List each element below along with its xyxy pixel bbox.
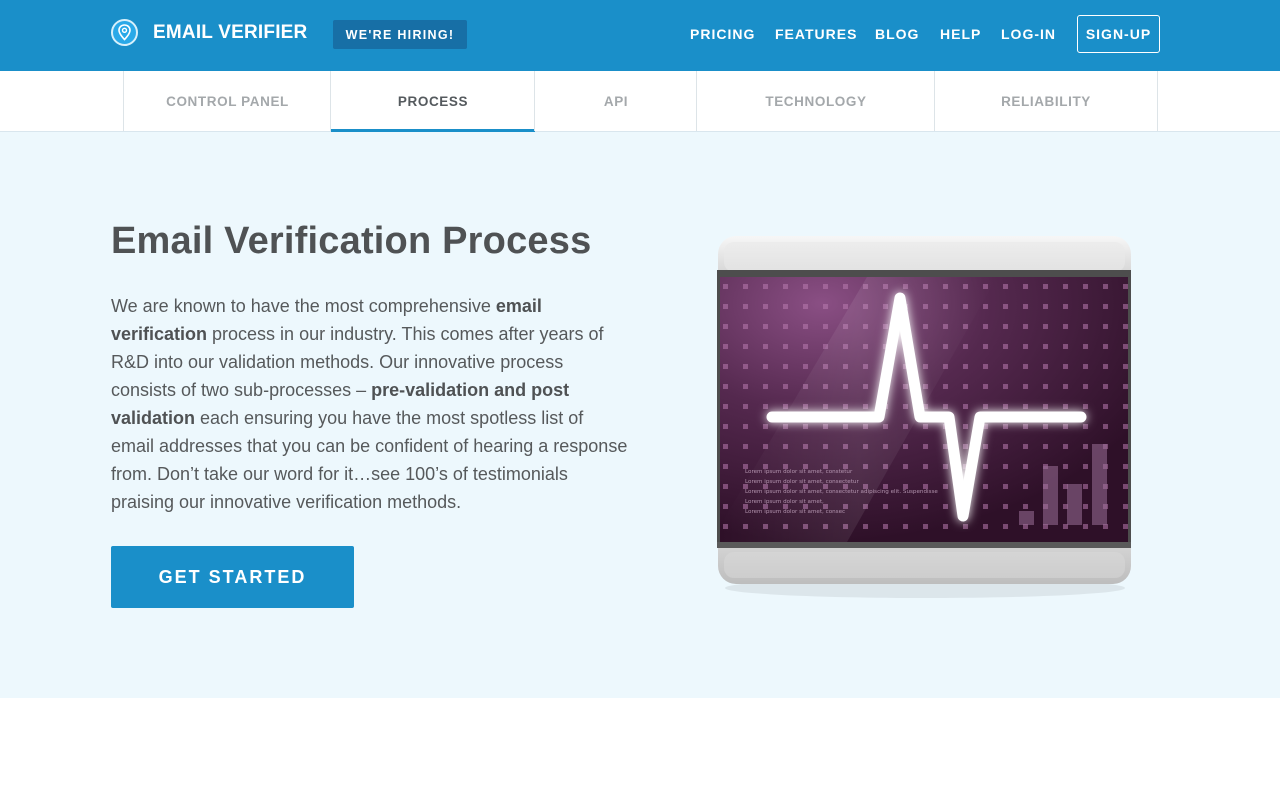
nav-pricing[interactable]: PRICING	[690, 26, 755, 42]
nav-help[interactable]: HELP	[940, 26, 981, 42]
signup-button[interactable]: SIGN-UP	[1077, 15, 1160, 53]
logo[interactable]: EMAIL VERIFIER	[111, 19, 307, 46]
monitor-illustration: Lorem ipsum dolor sit amet, constetur Lo…	[717, 236, 1131, 598]
tab-process[interactable]: PROCESS	[330, 71, 535, 132]
top-header: EMAIL VERIFIER WE'RE HIRING! PRICING FEA…	[0, 0, 1280, 71]
screen-text-line: Lorem ipsum dolor sit amet, consectetur	[745, 479, 859, 485]
hero-text-1: We are known to have the most comprehens…	[111, 296, 496, 316]
screen-text-line: Lorem ipsum dolor sit amet, consec	[745, 509, 845, 515]
tab-api[interactable]: API	[534, 71, 697, 131]
nav-login[interactable]: LOG-IN	[1001, 26, 1056, 42]
screen-text-line: Lorem ipsum dolor sit amet,	[745, 499, 824, 505]
screen-text-line: Lorem ipsum dolor sit amet, constetur	[745, 469, 853, 475]
hero-description: We are known to have the most comprehens…	[111, 292, 631, 516]
nav-blog[interactable]: BLOG	[875, 26, 919, 42]
location-pin-icon	[111, 19, 138, 46]
logo-text: EMAIL VERIFIER	[153, 21, 308, 43]
get-started-button[interactable]: GET STARTED	[111, 546, 354, 608]
screen-text-line: Lorem ipsum dolor sit amet, consectetur …	[745, 489, 938, 495]
hero-section: Email Verification Process We are known …	[0, 132, 1280, 698]
nav-features[interactable]: FEATURES	[775, 26, 857, 42]
page-title: Email Verification Process	[111, 220, 592, 262]
hiring-button[interactable]: WE'RE HIRING!	[333, 20, 467, 49]
tab-reliability[interactable]: RELIABILITY	[934, 71, 1158, 131]
tab-control-panel[interactable]: CONTROL PANEL	[123, 71, 331, 131]
tab-technology[interactable]: TECHNOLOGY	[696, 71, 935, 131]
section-tabs: CONTROL PANEL PROCESS API TECHNOLOGY REL…	[0, 71, 1280, 132]
